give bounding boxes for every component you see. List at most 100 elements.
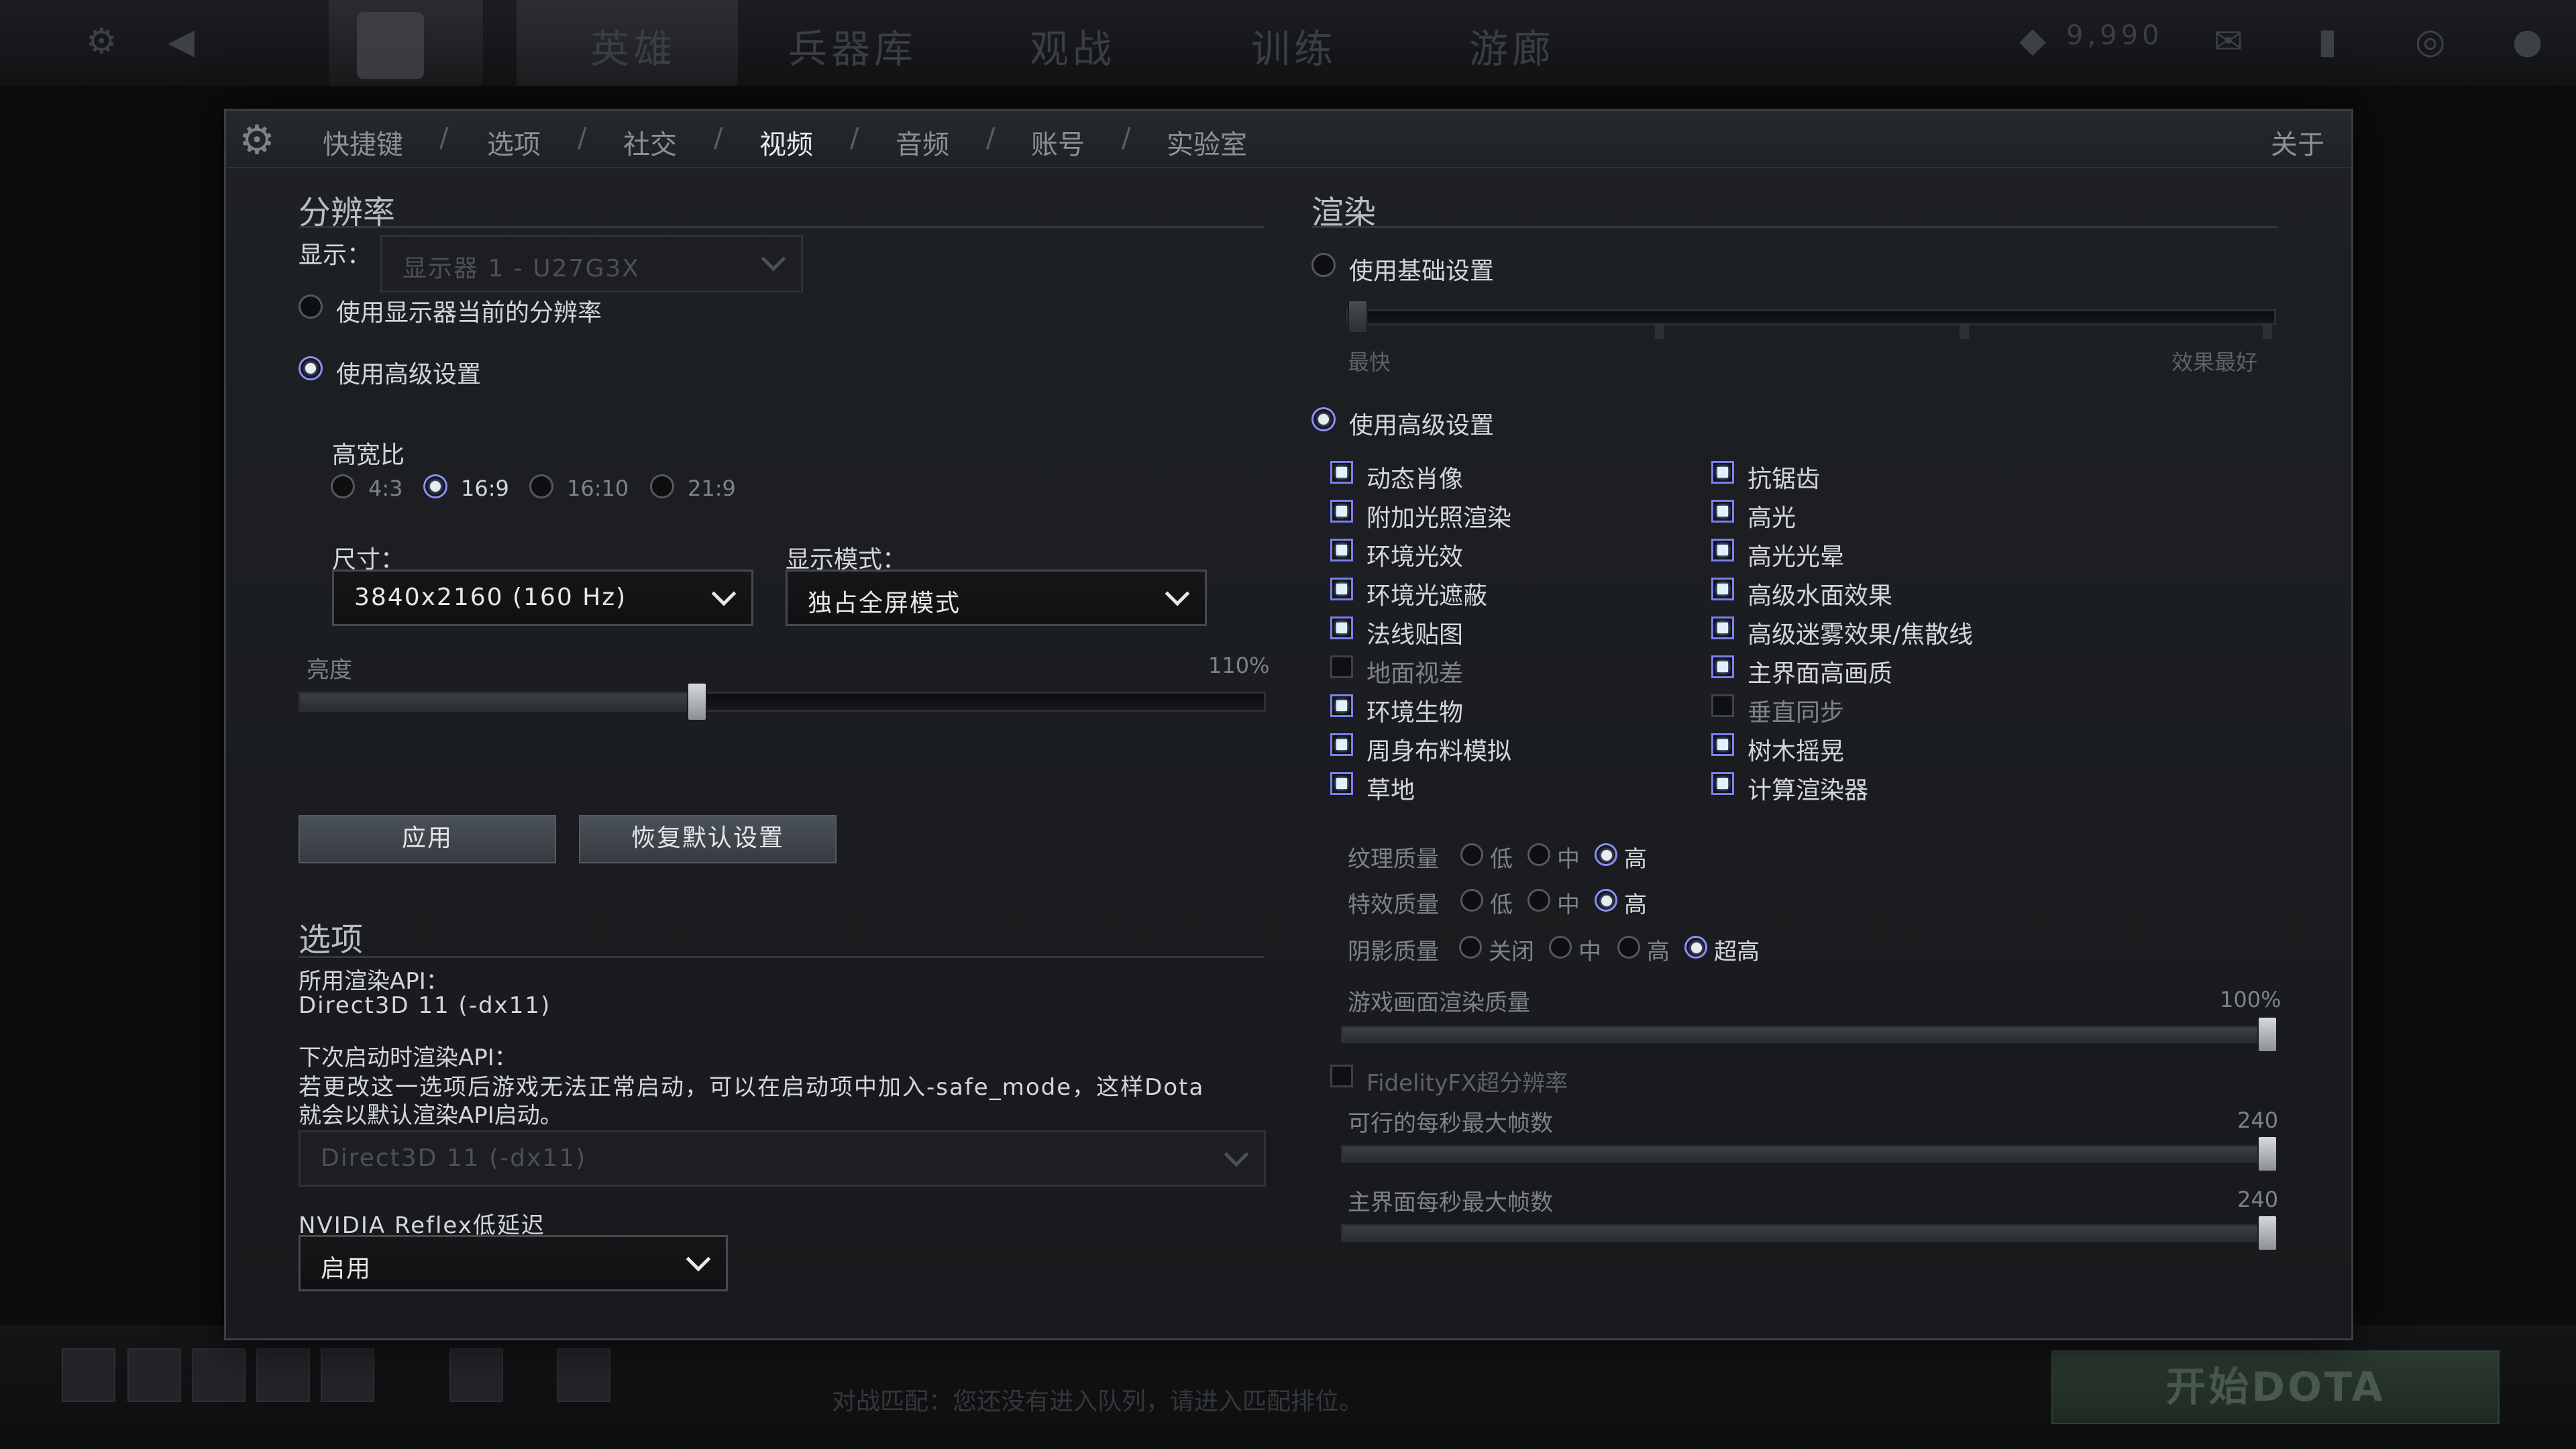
- shadow-high-radio[interactable]: [1617, 936, 1640, 959]
- gear-icon[interactable]: ⚙: [235, 119, 278, 162]
- render-option-label: 垂直同步: [1748, 699, 1845, 727]
- reflex-dropdown[interactable]: 启用: [299, 1235, 728, 1291]
- use-current-resolution-label: 使用显示器当前的分辨率: [336, 299, 602, 327]
- brightness-slider[interactable]: [299, 692, 1266, 712]
- tab-account[interactable]: 账号: [1031, 123, 1085, 162]
- texture-high-radio[interactable]: [1595, 843, 1617, 866]
- render-option-checkbox[interactable]: [1330, 616, 1353, 639]
- bg-nav-watch: 观战: [1030, 26, 1116, 72]
- render-option-checkbox[interactable]: [1711, 655, 1734, 678]
- max-fps-slider[interactable]: [1341, 1145, 2277, 1163]
- render-option-checkbox[interactable]: [1330, 694, 1353, 717]
- render-option-checkbox[interactable]: [1711, 500, 1734, 523]
- render-option-checkbox[interactable]: [1711, 578, 1734, 600]
- apply-button[interactable]: 应用: [299, 815, 556, 863]
- chevron-down-icon: [711, 581, 737, 606]
- render-advanced-radio[interactable]: [1311, 407, 1336, 431]
- render-option-checkbox[interactable]: [1711, 694, 1734, 717]
- render-quality-slider[interactable]: [1341, 1026, 2277, 1043]
- render-basic-slider-thumb[interactable]: [1348, 300, 1368, 333]
- size-dropdown-value: 3840x2160 (160 Hz): [354, 584, 627, 611]
- divider: [299, 956, 1265, 958]
- about-link[interactable]: 关于: [2271, 123, 2324, 162]
- render-option-label: 地面视差: [1366, 660, 1464, 688]
- menu-fps-label: 主界面每秒最大帧数: [1348, 1189, 1553, 1216]
- render-option-checkbox[interactable]: [1330, 539, 1353, 561]
- use-advanced-resolution-label: 使用高级设置: [336, 361, 482, 388]
- restore-defaults-button[interactable]: 恢复默认设置: [579, 815, 837, 863]
- use-current-resolution-radio[interactable]: [299, 294, 323, 319]
- shadow-ultra-radio[interactable]: [1684, 936, 1707, 959]
- tab-video[interactable]: 视频: [759, 123, 813, 162]
- tab-separator: /: [850, 123, 859, 154]
- tab-hotkeys[interactable]: 快捷键: [323, 123, 403, 162]
- render-advanced-label: 使用高级设置: [1349, 412, 1495, 439]
- aspect-16-9-radio[interactable]: [423, 474, 447, 498]
- tab-labs[interactable]: 实验室: [1167, 123, 1247, 162]
- effects-high-radio[interactable]: [1595, 889, 1617, 912]
- api-value: Direct3D 11 (-dx11): [299, 992, 551, 1019]
- effects-mid-radio[interactable]: [1527, 889, 1550, 912]
- avatar-icon: ●: [2512, 21, 2543, 62]
- render-option-label: 周身布料模拟: [1366, 738, 1512, 765]
- display-mode-dropdown[interactable]: 独占全屏模式: [786, 570, 1207, 626]
- chevron-down-icon: [1224, 1142, 1249, 1167]
- render-option-checkbox[interactable]: [1330, 655, 1353, 678]
- brightness-slider-thumb[interactable]: [686, 682, 707, 721]
- fsr-label: FidelityFX超分辨率: [1366, 1070, 1568, 1097]
- shadow-mid-radio[interactable]: [1549, 936, 1572, 959]
- effects-low-radio[interactable]: [1460, 889, 1483, 912]
- display-label: 显示：: [299, 241, 372, 269]
- texture-mid-label: 中: [1557, 846, 1580, 873]
- bg-slot: [127, 1348, 181, 1402]
- next-api-dropdown[interactable]: Direct3D 11 (-dx11): [299, 1130, 1266, 1187]
- dota-logo: [329, 0, 483, 86]
- render-option-checkbox[interactable]: [1711, 772, 1734, 795]
- aspect-ratio-title: 高宽比: [332, 441, 405, 469]
- aspect-4-3-radio[interactable]: [331, 474, 355, 498]
- render-option-checkbox[interactable]: [1711, 616, 1734, 639]
- fsr-checkbox[interactable]: [1330, 1065, 1353, 1087]
- bg-slot: [62, 1348, 115, 1402]
- max-fps-label: 可行的每秒最大帧数: [1348, 1110, 1553, 1137]
- shadow-off-radio[interactable]: [1459, 936, 1482, 959]
- render-quality-slider-thumb[interactable]: [2257, 1016, 2277, 1053]
- render-option-label: 高级水面效果: [1748, 582, 1893, 610]
- menu-fps-slider[interactable]: [1341, 1224, 2277, 1242]
- bg-slot: [449, 1348, 503, 1402]
- slider-tick: [1960, 324, 1969, 339]
- render-option-checkbox[interactable]: [1711, 539, 1734, 561]
- render-option-checkbox[interactable]: [1330, 461, 1353, 484]
- slider-tick: [2263, 324, 2272, 339]
- display-dropdown[interactable]: 显示器 1 - U27G3X: [380, 235, 803, 292]
- bg-currency: 9,990: [2066, 20, 2163, 51]
- texture-low-radio[interactable]: [1460, 843, 1483, 866]
- max-fps-slider-thumb[interactable]: [2257, 1136, 2277, 1172]
- tab-separator: /: [578, 123, 587, 154]
- render-basic-slider[interactable]: [1346, 309, 2276, 325]
- render-option-checkbox[interactable]: [1330, 733, 1353, 756]
- texture-mid-radio[interactable]: [1527, 843, 1550, 866]
- settings-tab-bar: ⚙ 快捷键 / 选项 / 社交 / 视频 / 音频 / 账号 / 实验室 关于: [226, 111, 2351, 168]
- render-option-checkbox[interactable]: [1711, 461, 1734, 484]
- tab-social[interactable]: 社交: [623, 123, 677, 162]
- menu-fps-slider-thumb[interactable]: [2257, 1215, 2277, 1251]
- size-dropdown[interactable]: 3840x2160 (160 Hz): [332, 570, 753, 626]
- aspect-21-9-radio[interactable]: [650, 474, 674, 498]
- bg-nav-armory: 兵器库: [788, 26, 918, 72]
- render-basic-radio[interactable]: [1311, 253, 1336, 277]
- shadow-off-label: 关闭: [1489, 938, 1534, 965]
- tab-separator: /: [1122, 123, 1131, 154]
- aspect-16-10-radio[interactable]: [529, 474, 553, 498]
- shadow-quality-label: 阴影质量: [1348, 938, 1439, 965]
- render-option-checkbox[interactable]: [1330, 772, 1353, 795]
- render-option-checkbox[interactable]: [1711, 733, 1734, 756]
- render-option-checkbox[interactable]: [1330, 578, 1353, 600]
- tab-separator: /: [439, 123, 449, 154]
- use-advanced-resolution-radio[interactable]: [299, 356, 323, 380]
- tab-options[interactable]: 选项: [487, 123, 541, 162]
- render-quality-slider-fill: [1343, 1028, 2275, 1041]
- tab-audio[interactable]: 音频: [896, 123, 949, 162]
- menu-fps-slider-fill: [1343, 1226, 2275, 1240]
- render-option-checkbox[interactable]: [1330, 500, 1353, 523]
